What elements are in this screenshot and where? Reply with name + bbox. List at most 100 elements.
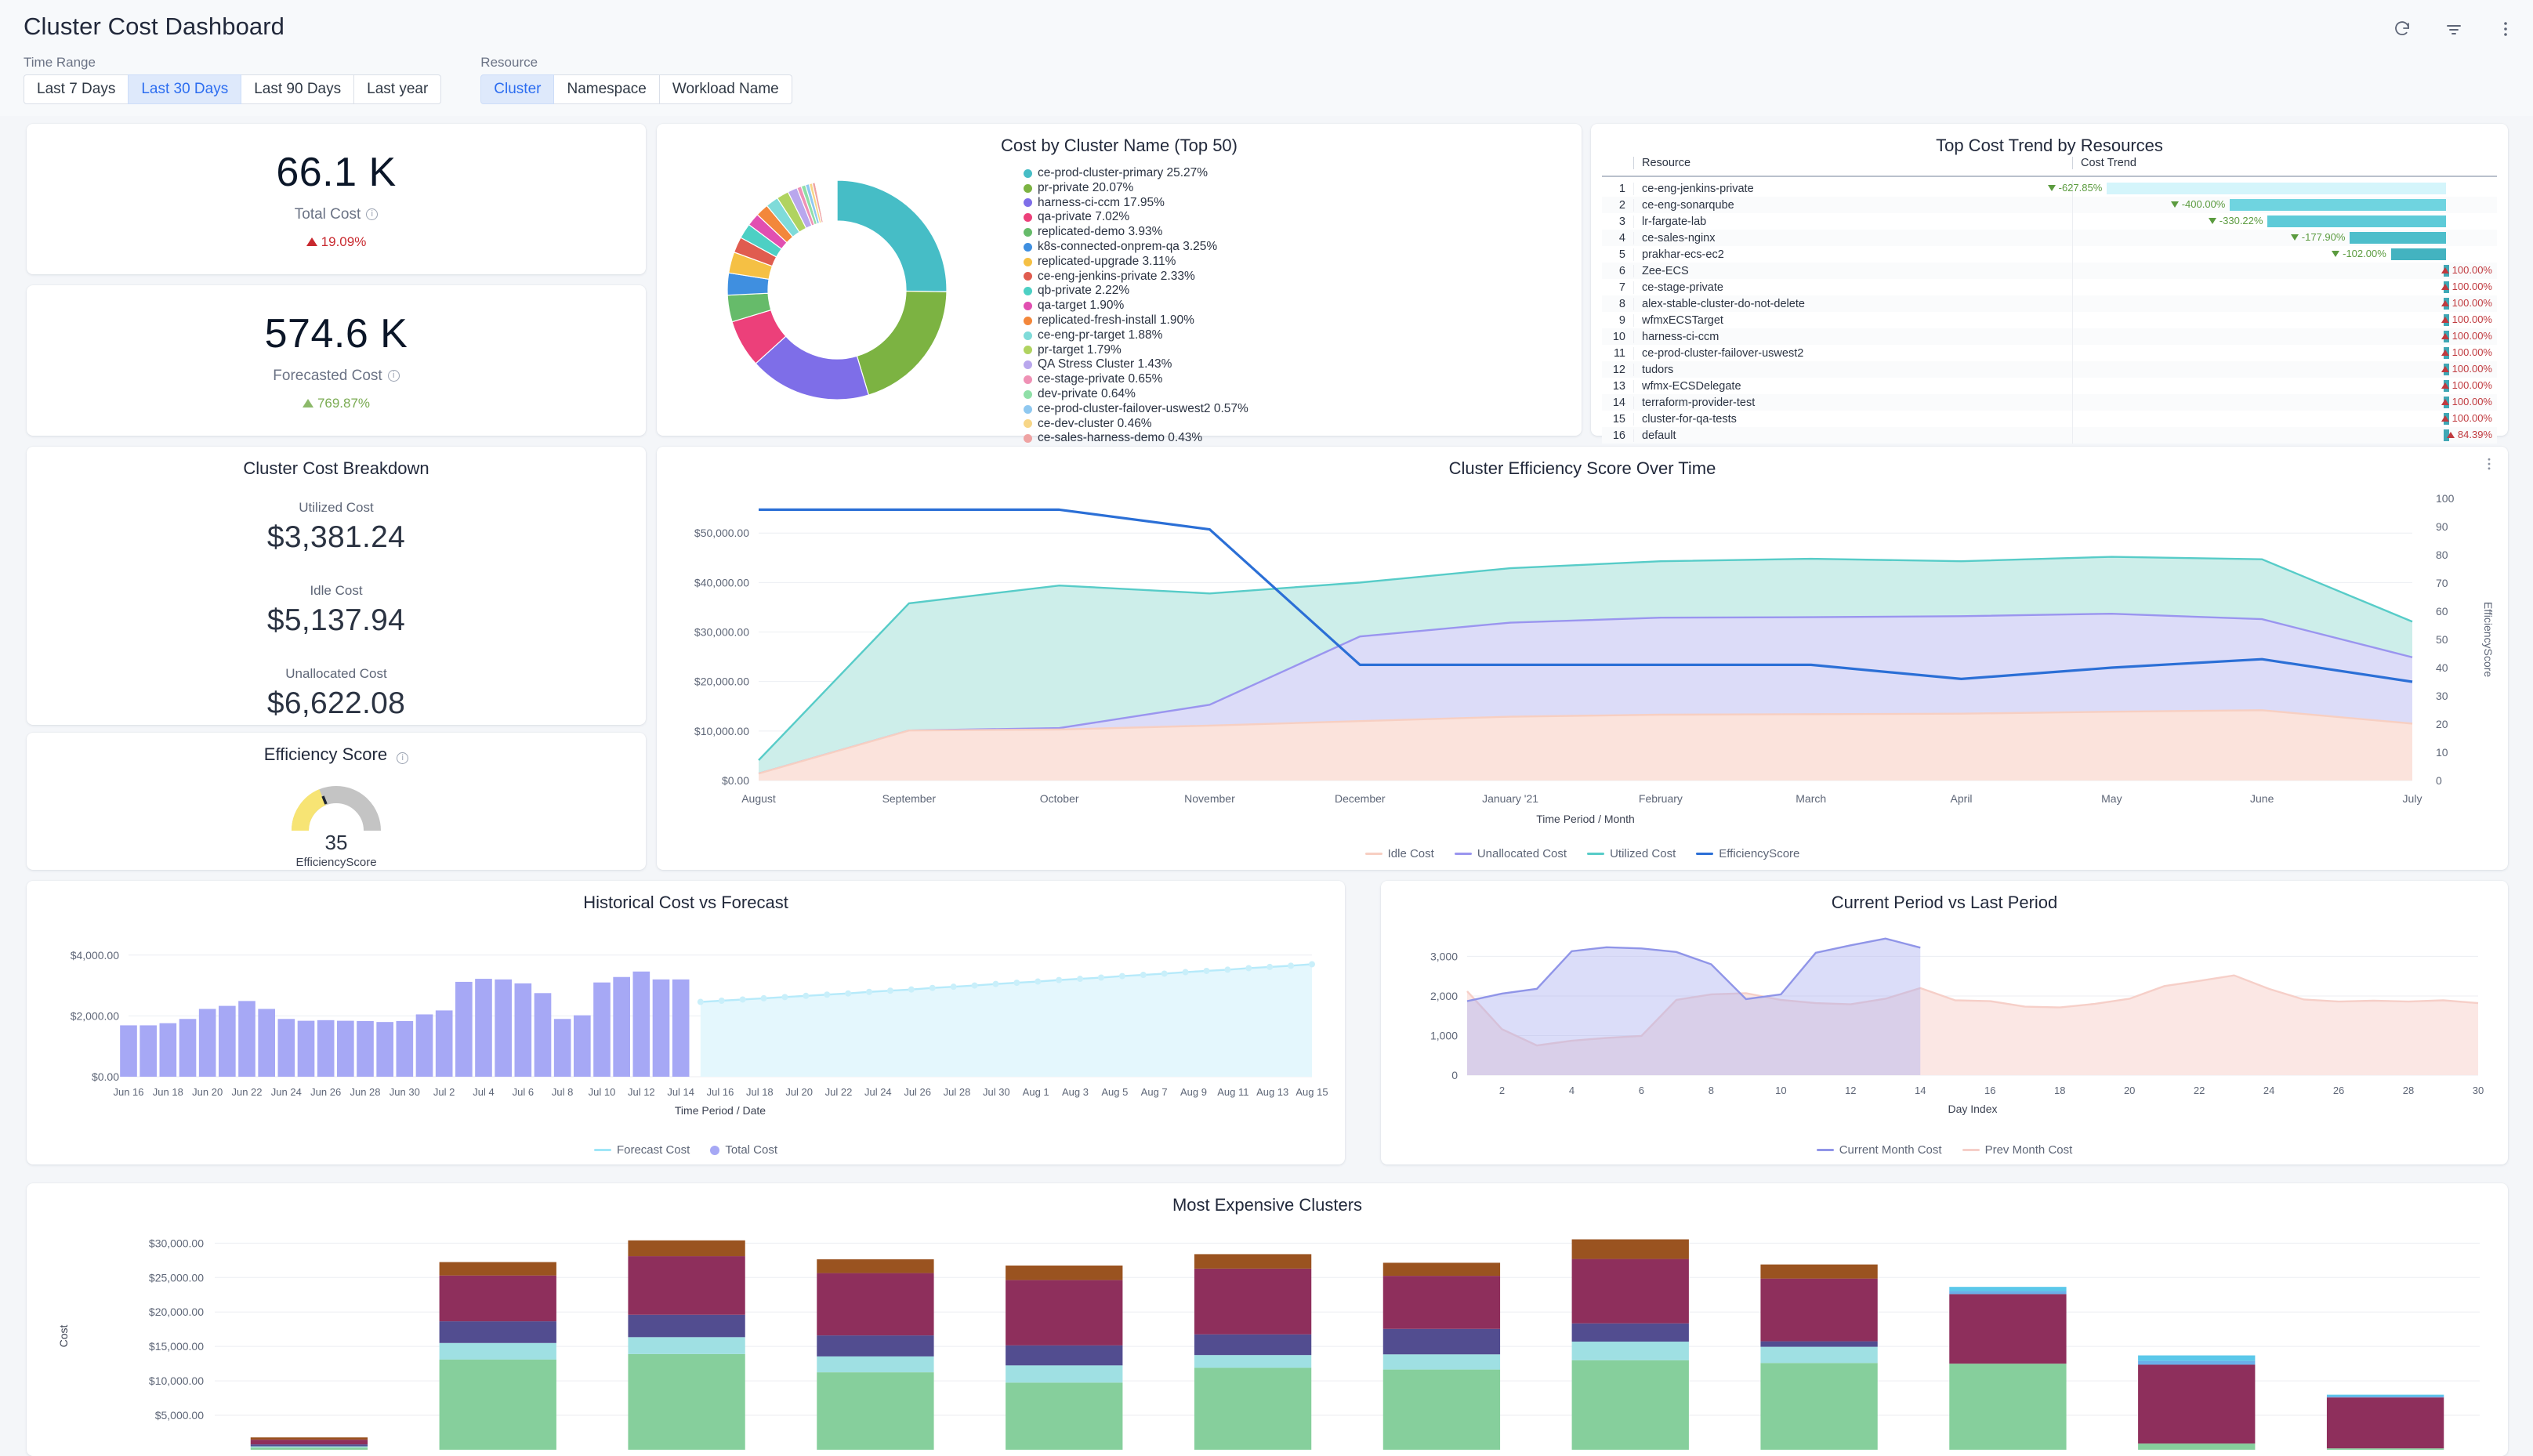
axis-tick-label: Jun 28 [350, 1086, 380, 1098]
legend-label: Current Month Cost [1839, 1143, 1942, 1157]
legend-item[interactable]: ce-prod-cluster-failover-uswest2 0.57% [1024, 402, 1248, 417]
table-row[interactable]: 5prakhar-ecs-ec2-102.00% [1602, 246, 2497, 263]
legend-item[interactable]: k8s-connected-onprem-qa 3.25% [1024, 240, 1248, 255]
legend-item[interactable]: Unallocated Cost [1455, 847, 1567, 860]
time-range-option-last-90-days[interactable]: Last 90 Days [241, 74, 354, 104]
axis-tick-label: August [741, 792, 776, 805]
resource-option-cluster[interactable]: Cluster [480, 74, 554, 104]
legend-item[interactable]: Total Cost [710, 1143, 777, 1157]
table-row[interactable]: 12tudors100.00% [1602, 361, 2497, 378]
legend-item[interactable]: EfficiencyScore [1696, 847, 1799, 860]
x-axis-title: Time Period / Month [1536, 813, 1635, 825]
bar [653, 980, 670, 1077]
info-icon[interactable]: i [366, 208, 378, 220]
legend-item[interactable]: replicated-fresh-install 1.90% [1024, 313, 1248, 328]
axis-tick-label: Jun 16 [113, 1086, 143, 1098]
trend-up-icon [2447, 432, 2455, 438]
info-icon[interactable]: i [397, 752, 408, 764]
legend-item[interactable]: Prev Month Cost [1962, 1143, 2073, 1157]
forecast-point [698, 999, 704, 1005]
legend-item[interactable]: Current Month Cost [1817, 1143, 1942, 1157]
table-row[interactable]: 11ce-prod-cluster-failover-uswest2100.00… [1602, 345, 2497, 361]
table-header-resource: Resource [1633, 157, 2072, 169]
table-row[interactable]: 16default84.39% [1602, 427, 2497, 444]
legend-item[interactable]: qa-target 1.90% [1024, 299, 1248, 313]
resource-option-workload-name[interactable]: Workload Name [659, 74, 792, 104]
bar-segment [440, 1360, 556, 1450]
legend-item[interactable]: ce-prod-cluster-primary 25.27% [1024, 166, 1248, 181]
table-row[interactable]: 13wfmx-ECSDelegate100.00% [1602, 378, 2497, 394]
legend-item[interactable]: ce-eng-jenkins-private 2.33% [1024, 270, 1248, 284]
bar-segment [628, 1337, 745, 1354]
legend-item[interactable]: ce-dev-cluster 0.46% [1024, 417, 1248, 432]
table-row[interactable]: 1ce-eng-jenkins-private-627.85% [1602, 180, 2497, 197]
row-resource-name: wfmxECSTarget [1633, 314, 2072, 327]
table-row[interactable]: 2ce-eng-sonarqube-400.00% [1602, 197, 2497, 213]
bar-segment [2327, 1448, 2444, 1450]
donut-slice[interactable] [836, 180, 837, 221]
efficiency-chart-legend: Idle Cost Unallocated Cost Utilized Cost Ef… [657, 847, 2508, 860]
table-row[interactable]: 6Zee-ECS100.00% [1602, 263, 2497, 279]
legend-label: Idle Cost [1388, 847, 1434, 860]
table-row[interactable]: 9wfmxECSTarget100.00% [1602, 312, 2497, 328]
refresh-icon[interactable] [2389, 16, 2415, 42]
table-row[interactable]: 15cluster-for-qa-tests100.00% [1602, 411, 2497, 427]
time-range-option-last-7-days[interactable]: Last 7 Days [24, 74, 129, 104]
forecast-point [992, 981, 998, 987]
legend-item[interactable]: Forecast Cost [594, 1143, 690, 1157]
total-cost-card: 66.1 K Total Cost i 19.09% [27, 124, 646, 274]
bar-segment [440, 1276, 556, 1321]
more-options-icon[interactable] [2481, 456, 2497, 476]
legend-item[interactable]: ce-sales-harness-demo 0.43% [1024, 431, 1248, 446]
table-row[interactable]: 8alex-stable-cluster-do-not-delete100.00… [1602, 295, 2497, 312]
table-row[interactable]: 10harness-ci-ccm100.00% [1602, 328, 2497, 345]
legend-item[interactable]: dev-private 0.64% [1024, 387, 1248, 402]
most-expensive-clusters-card: Most Expensive Clusters $5,000.00$10,000… [27, 1183, 2508, 1456]
legend-item[interactable]: replicated-demo 3.93% [1024, 225, 1248, 240]
legend-item[interactable]: replicated-upgrade 3.11% [1024, 255, 1248, 270]
row-resource-name: lr-fargate-lab [1633, 216, 2072, 228]
time-range-option-last-year[interactable]: Last year [353, 74, 441, 104]
time-range-option-last-30-days[interactable]: Last 30 Days [128, 74, 241, 104]
legend-color-swatch [1024, 272, 1032, 281]
table-row[interactable]: 3lr-fargate-lab-330.22% [1602, 213, 2497, 230]
legend-color-swatch [1024, 258, 1032, 266]
legend-item[interactable]: Utilized Cost [1587, 847, 1676, 860]
legend-item[interactable]: ce-stage-private 0.65% [1024, 372, 1248, 387]
table-row[interactable]: 14terraform-provider-test100.00% [1602, 394, 2497, 411]
table-row[interactable]: 4ce-sales-nginx-177.90% [1602, 230, 2497, 246]
legend-item[interactable]: pr-target 1.79% [1024, 343, 1248, 358]
bar-segment [440, 1321, 556, 1343]
legend-item[interactable]: qa-private 7.02% [1024, 210, 1248, 225]
legend-item[interactable]: ce-eng-pr-target 1.88% [1024, 328, 1248, 343]
axis-tick-label: 2,000 [1430, 990, 1458, 1002]
row-cost-trend: -330.22% [2072, 213, 2497, 230]
legend-item[interactable]: QA Stress Cluster 1.43% [1024, 357, 1248, 372]
bar-segment [1572, 1342, 1689, 1360]
donut-slice[interactable] [857, 291, 947, 395]
filter-bar: Time Range Last 7 Days Last 30 Days Last… [24, 55, 792, 104]
filter-icon[interactable] [2441, 16, 2467, 42]
resource-option-namespace[interactable]: Namespace [553, 74, 659, 104]
donut-slice[interactable] [837, 180, 947, 292]
top-cost-trend-table[interactable]: Resource Cost Trend 1ce-eng-jenkins-priv… [1602, 157, 2497, 431]
efficiency-gauge-value: 35 [325, 831, 348, 855]
info-icon[interactable]: i [388, 370, 400, 382]
table-row[interactable]: 7ce-stage-private100.00% [1602, 279, 2497, 295]
axis-tick-label: 28 [2403, 1085, 2414, 1096]
axis-tick-label: $50,000.00 [694, 527, 749, 539]
legend-item[interactable]: harness-ci-ccm 17.95% [1024, 196, 1248, 211]
donut-legend: ce-prod-cluster-primary 25.27%pr-private… [1024, 166, 1248, 463]
more-options-icon[interactable] [2492, 16, 2519, 42]
legend-item[interactable]: pr-private 20.07% [1024, 181, 1248, 196]
legend-label: qa-target 1.90% [1038, 299, 1124, 313]
forecast-point [761, 995, 767, 1001]
axis-tick-label: Jul 14 [667, 1086, 694, 1098]
bar [357, 1021, 374, 1077]
legend-item[interactable]: qb-private 2.22% [1024, 284, 1248, 299]
axis-tick-label: Jul 28 [944, 1086, 971, 1098]
legend-item[interactable]: Idle Cost [1365, 847, 1434, 860]
most-expensive-clusters-chart: $5,000.00$10,000.00$15,000.00$20,000.00$… [27, 1215, 2508, 1450]
bar-segment [1949, 1287, 2066, 1291]
forecast-point [803, 993, 809, 999]
